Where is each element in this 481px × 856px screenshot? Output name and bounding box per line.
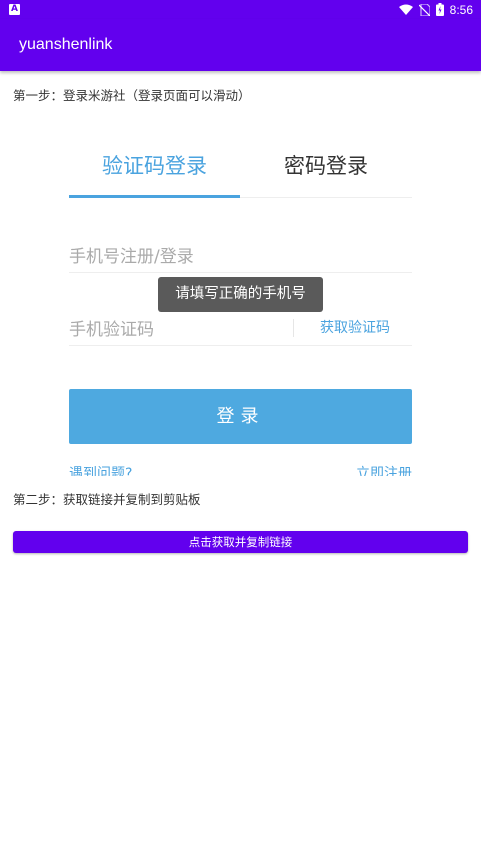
tab-sms-code-login[interactable]: 验证码登录: [69, 150, 240, 180]
get-code-divider: [293, 319, 294, 337]
wifi-icon: [398, 4, 413, 15]
no-sim-icon: [418, 3, 430, 16]
step1-instruction: 第一步：登录米游社（登录页面可以滑动）: [13, 88, 251, 103]
phone-placeholder: 手机号注册/登录: [69, 247, 194, 267]
tab-active-indicator: [69, 195, 240, 198]
get-code-button[interactable]: 获取验证码: [320, 317, 390, 337]
register-link-label: 立即注册: [356, 466, 412, 476]
toast-message: 请填写正确的手机号: [158, 277, 323, 312]
status-icons: 8:56: [398, 1, 473, 18]
problem-link-label: 遇到问题?: [69, 466, 133, 476]
verification-code-input[interactable]: 手机验证码 获取验证码: [69, 309, 412, 346]
step2-instruction: 第二步：获取链接并复制到剪贴板: [13, 492, 201, 507]
app-bar: yuanshenlink: [0, 19, 481, 71]
login-button[interactable]: 登录: [69, 389, 412, 444]
tab-password-login[interactable]: 密码登录: [240, 150, 412, 180]
tab-divider: [240, 197, 412, 198]
problem-link[interactable]: 遇到问题?: [69, 462, 132, 476]
battery-icon: [435, 3, 444, 16]
register-link[interactable]: 立即注册: [356, 462, 412, 476]
app-title: yuanshenlink: [19, 36, 113, 53]
code-placeholder: 手机验证码: [69, 320, 154, 340]
status-bar: A 8:56: [0, 0, 481, 19]
get-copy-link-button[interactable]: 点击获取并复制链接: [13, 531, 468, 553]
notification-icon: A: [9, 4, 20, 15]
phone-input[interactable]: 手机号注册/登录: [69, 236, 412, 273]
clock-time: 8:56: [449, 2, 473, 17]
